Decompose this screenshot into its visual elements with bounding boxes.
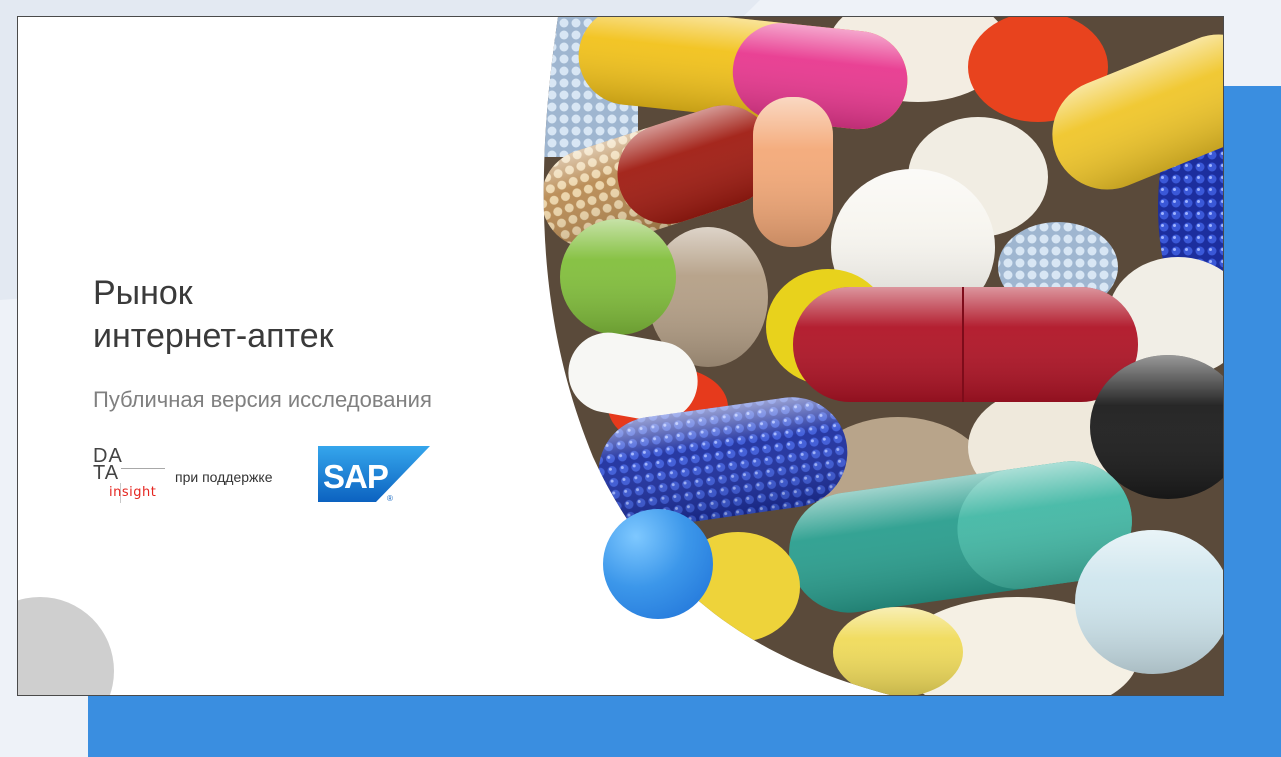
title-line-1: Рынок: [93, 274, 193, 312]
sap-logo: SAP ®: [318, 446, 430, 503]
data-insight-logo: DA TA insight: [91, 445, 171, 507]
slide-subtitle: Публичная версия исследования: [93, 387, 432, 412]
data-insight-logo-line2: TA: [93, 462, 120, 484]
support-text: при поддержке: [175, 469, 273, 485]
sap-wordmark: SAP: [323, 458, 388, 495]
slide-title: Рынок интернет-аптек: [93, 272, 334, 358]
presentation-slide: Рынок интернет-аптек Публичная версия ис…: [17, 16, 1224, 696]
logo-divider-horizontal: [121, 468, 165, 469]
decorative-blue-circle: [603, 509, 713, 619]
sap-registered-mark: ®: [387, 494, 393, 503]
title-line-2: интернет-аптек: [93, 317, 334, 355]
data-insight-logo-tagline: insight: [109, 485, 157, 500]
